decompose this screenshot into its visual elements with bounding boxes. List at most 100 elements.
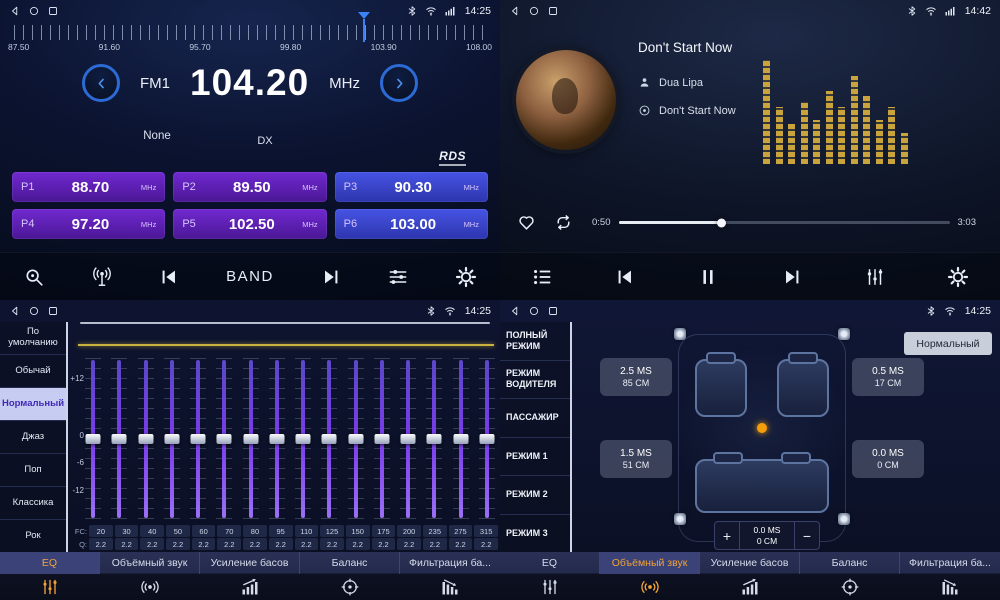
eq-band-150[interactable] (347, 356, 365, 522)
eq-band-70[interactable] (215, 356, 233, 522)
rear-seat[interactable] (695, 459, 829, 513)
eq-scrollbar[interactable] (80, 322, 490, 324)
back-icon[interactable] (509, 305, 521, 317)
radio-preset-p2[interactable]: P289.50MHz (173, 172, 326, 202)
home-icon[interactable] (28, 305, 40, 317)
eq-band-20[interactable] (84, 356, 102, 522)
eq-band-175[interactable] (373, 356, 391, 522)
surround-mode-3[interactable]: ПАССАЖИР (500, 399, 570, 438)
eq-band-30[interactable] (110, 356, 128, 522)
eq-slider-knob[interactable] (217, 434, 232, 444)
eq-preset-item[interactable]: По умолчанию (0, 322, 66, 355)
eq-slider-knob[interactable] (296, 434, 311, 444)
eq-band-315[interactable] (478, 356, 496, 522)
surround-mode-1[interactable]: ПОЛНЫЙ РЕЖИМ (500, 322, 570, 361)
recents-icon[interactable] (547, 5, 559, 17)
radio-preset-p3[interactable]: P390.30MHz (335, 172, 488, 202)
eq-band-275[interactable] (452, 356, 470, 522)
next-station-button[interactable] (320, 266, 342, 288)
front-left-delay[interactable]: 2.5 MS 85 CM (600, 358, 672, 396)
recents-icon[interactable] (47, 305, 59, 317)
eq-preset-item[interactable]: Нормальный (0, 388, 66, 421)
settings-button[interactable] (455, 266, 477, 288)
rear-right-delay[interactable]: 0.0 MS 0 CM (852, 440, 924, 478)
tab-eq[interactable]: EQ (500, 552, 600, 600)
tab-balance[interactable]: Баланс (300, 552, 400, 600)
eq-slider-knob[interactable] (453, 434, 468, 444)
previous-station-button[interactable] (158, 266, 180, 288)
tab-balance[interactable]: Баланс (800, 552, 900, 600)
eq-slider-knob[interactable] (243, 434, 258, 444)
next-track-button[interactable] (781, 266, 803, 288)
eq-slider-knob[interactable] (348, 434, 363, 444)
frequency-ruler[interactable] (14, 25, 486, 40)
tab-filtration[interactable]: Фильтрация ба... (400, 552, 500, 600)
eq-band-60[interactable] (189, 356, 207, 522)
home-icon[interactable] (28, 5, 40, 17)
eq-preset-item[interactable]: Обычай (0, 355, 66, 388)
repeat-button[interactable] (553, 212, 574, 233)
eq-slider-knob[interactable] (269, 434, 284, 444)
eq-preset-item[interactable]: Поп (0, 454, 66, 487)
eq-slider-knob[interactable] (164, 434, 179, 444)
eq-slider-knob[interactable] (112, 434, 127, 444)
eq-band-80[interactable] (242, 356, 260, 522)
eq-slider-knob[interactable] (427, 434, 442, 444)
tune-settings-button[interactable] (387, 266, 409, 288)
back-icon[interactable] (509, 5, 521, 17)
back-icon[interactable] (9, 305, 21, 317)
recents-icon[interactable] (547, 305, 559, 317)
eq-band-110[interactable] (294, 356, 312, 522)
tune-up-button[interactable] (380, 64, 418, 102)
increase-button[interactable]: + (715, 522, 740, 549)
surround-mode-2[interactable]: РЕЖИМ ВОДИТЕЛЯ (500, 361, 570, 400)
radio-preset-p6[interactable]: P6103.00MHz (335, 209, 488, 239)
tab-bass-boost[interactable]: Усиление басов (200, 552, 300, 600)
eq-slider-knob[interactable] (401, 434, 416, 444)
broadcast-button[interactable] (91, 266, 113, 288)
tab-eq[interactable]: EQ (0, 552, 100, 600)
tab-bass-boost[interactable]: Усиление басов (700, 552, 800, 600)
progress-knob[interactable] (717, 218, 726, 227)
equalizer-button[interactable] (864, 266, 886, 288)
eq-slider-knob[interactable] (138, 434, 153, 444)
surround-mode-4[interactable]: РЕЖИМ 1 (500, 438, 570, 477)
passenger-seat[interactable] (777, 359, 829, 417)
decrease-button[interactable]: − (794, 522, 819, 549)
playlist-button[interactable] (531, 266, 553, 288)
listening-position-dot[interactable] (757, 423, 767, 433)
tab-filtration[interactable]: Фильтрация ба... (900, 552, 1000, 600)
band-button[interactable]: BAND (226, 268, 274, 285)
front-right-delay[interactable]: 0.5 MS 17 CM (852, 358, 924, 396)
surround-mode-6[interactable]: РЕЖИМ 3 (500, 515, 570, 553)
eq-preset-item[interactable]: Рок (0, 520, 66, 552)
eq-band-125[interactable] (320, 356, 338, 522)
radio-preset-p4[interactable]: P497.20MHz (12, 209, 165, 239)
tab-surround-sound[interactable]: Объёмный звук (100, 552, 200, 600)
back-icon[interactable] (9, 5, 21, 17)
radio-preset-p5[interactable]: P5102.50MHz (173, 209, 326, 239)
favorite-button[interactable] (516, 212, 537, 233)
scan-button[interactable] (23, 266, 45, 288)
recents-icon[interactable] (47, 5, 59, 17)
eq-band-50[interactable] (163, 356, 181, 522)
pause-button[interactable] (697, 266, 719, 288)
eq-slider-knob[interactable] (86, 434, 101, 444)
eq-band-95[interactable] (268, 356, 286, 522)
eq-preset-item[interactable]: Джаз (0, 421, 66, 454)
eq-band-40[interactable] (137, 356, 155, 522)
eq-slider-knob[interactable] (191, 434, 206, 444)
home-icon[interactable] (528, 5, 540, 17)
home-icon[interactable] (528, 305, 540, 317)
tab-surround-sound[interactable]: Объёмный звук (600, 552, 700, 600)
progress-bar[interactable] (619, 221, 950, 224)
eq-slider-knob[interactable] (322, 434, 337, 444)
tune-down-button[interactable] (82, 64, 120, 102)
eq-band-200[interactable] (399, 356, 417, 522)
rear-left-delay[interactable]: 1.5 MS 51 CM (600, 440, 672, 478)
driver-seat[interactable] (695, 359, 747, 417)
radio-preset-p1[interactable]: P188.70MHz (12, 172, 165, 202)
sound-preset-button[interactable]: Нормальный (904, 332, 992, 355)
eq-band-235[interactable] (425, 356, 443, 522)
surround-mode-5[interactable]: РЕЖИМ 2 (500, 476, 570, 515)
